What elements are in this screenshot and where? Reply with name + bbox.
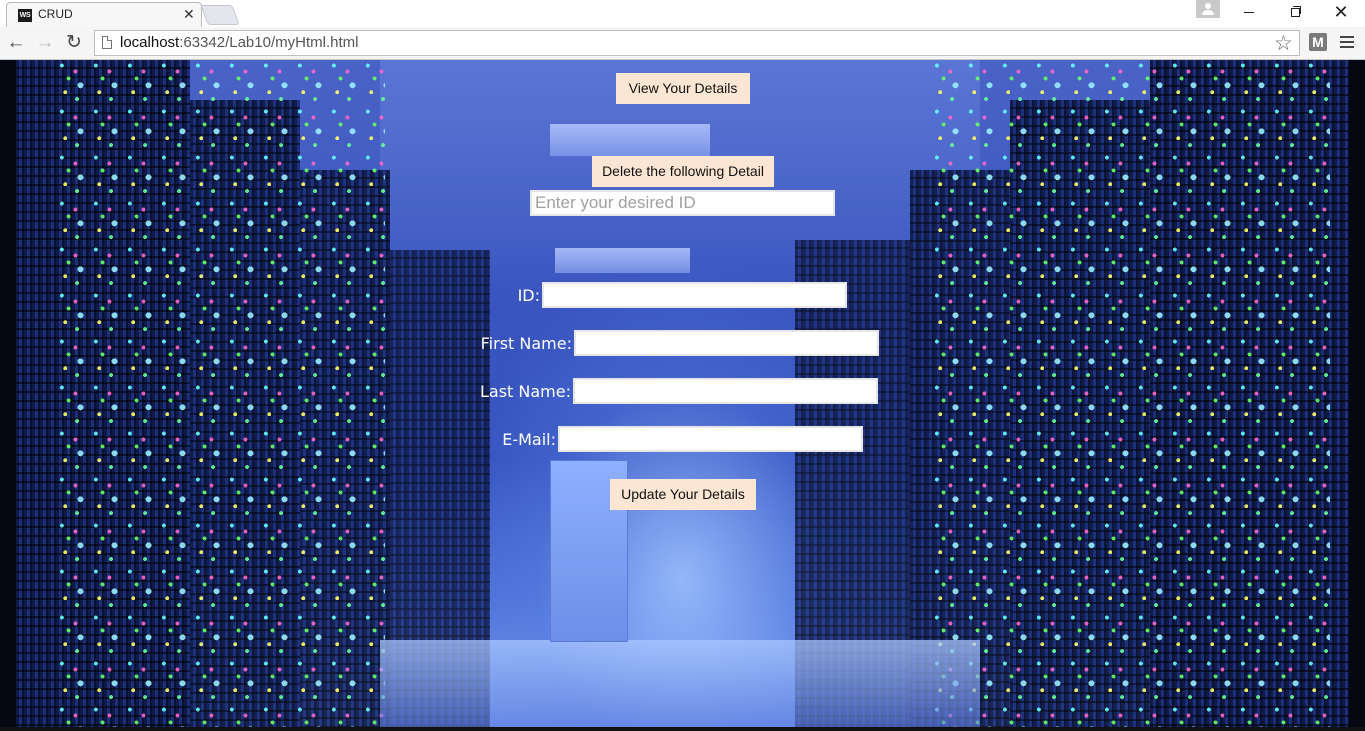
minimize-button[interactable] <box>1226 2 1272 22</box>
delete-detail-button[interactable]: Delete the following Detail <box>592 156 774 187</box>
back-icon[interactable]: ← <box>5 32 27 54</box>
page-viewport: View Your Details Delete the following D… <box>0 60 1365 731</box>
update-details-button[interactable]: Update Your Details <box>610 479 756 510</box>
background-edge <box>1349 60 1365 731</box>
address-bar[interactable]: localhost:63342/Lab10/myHtml.html ☆ <box>94 30 1300 56</box>
first-name-label: First Name: <box>480 334 572 353</box>
reload-icon[interactable]: ↻ <box>63 32 85 54</box>
star-icon[interactable]: ☆ <box>1274 31 1293 56</box>
background-light-panel <box>555 248 690 273</box>
background-server-leds <box>930 60 1330 731</box>
webstorm-favicon-icon: WS <box>18 9 32 22</box>
email-input[interactable] <box>558 426 863 452</box>
page-icon <box>102 36 112 49</box>
browser-window: WS CRUD ✕ ✕ ← → ↻ localhost:63342/Lab10/… <box>0 0 1365 731</box>
background-server-leds <box>55 60 385 731</box>
menu-icon[interactable] <box>1340 36 1354 48</box>
delete-id-input[interactable] <box>530 190 835 216</box>
view-details-button[interactable]: View Your Details <box>616 73 750 104</box>
background-edge <box>0 60 16 731</box>
new-tab-button[interactable] <box>200 5 240 25</box>
restore-button[interactable] <box>1272 2 1318 22</box>
url-path: :63342/Lab10/myHtml.html <box>179 34 359 51</box>
close-window-button[interactable]: ✕ <box>1318 2 1364 22</box>
extension-icon[interactable]: M <box>1309 33 1327 51</box>
tab-title: CRUD <box>38 7 73 21</box>
email-label: E-Mail: <box>502 430 556 449</box>
tab-crud[interactable]: WS CRUD ✕ <box>6 2 202 27</box>
first-name-input[interactable] <box>574 330 879 356</box>
background-floor <box>380 640 980 731</box>
last-name-input[interactable] <box>573 378 878 404</box>
id-label: ID: <box>517 286 540 305</box>
profile-icon[interactable] <box>1196 0 1220 18</box>
last-name-label: Last Name: <box>479 382 571 401</box>
url-host: localhost <box>120 34 180 51</box>
background-light-panel <box>550 124 710 156</box>
id-input[interactable] <box>542 282 847 308</box>
forward-icon[interactable]: → <box>34 32 56 54</box>
tab-strip: WS CRUD ✕ ✕ <box>0 0 1365 27</box>
tab-close-icon[interactable]: ✕ <box>183 6 195 23</box>
browser-toolbar: ← → ↻ localhost:63342/Lab10/myHtml.html … <box>0 27 1365 60</box>
window-bottom-edge <box>0 727 1365 731</box>
url-text: localhost:63342/Lab10/myHtml.html <box>120 34 358 51</box>
